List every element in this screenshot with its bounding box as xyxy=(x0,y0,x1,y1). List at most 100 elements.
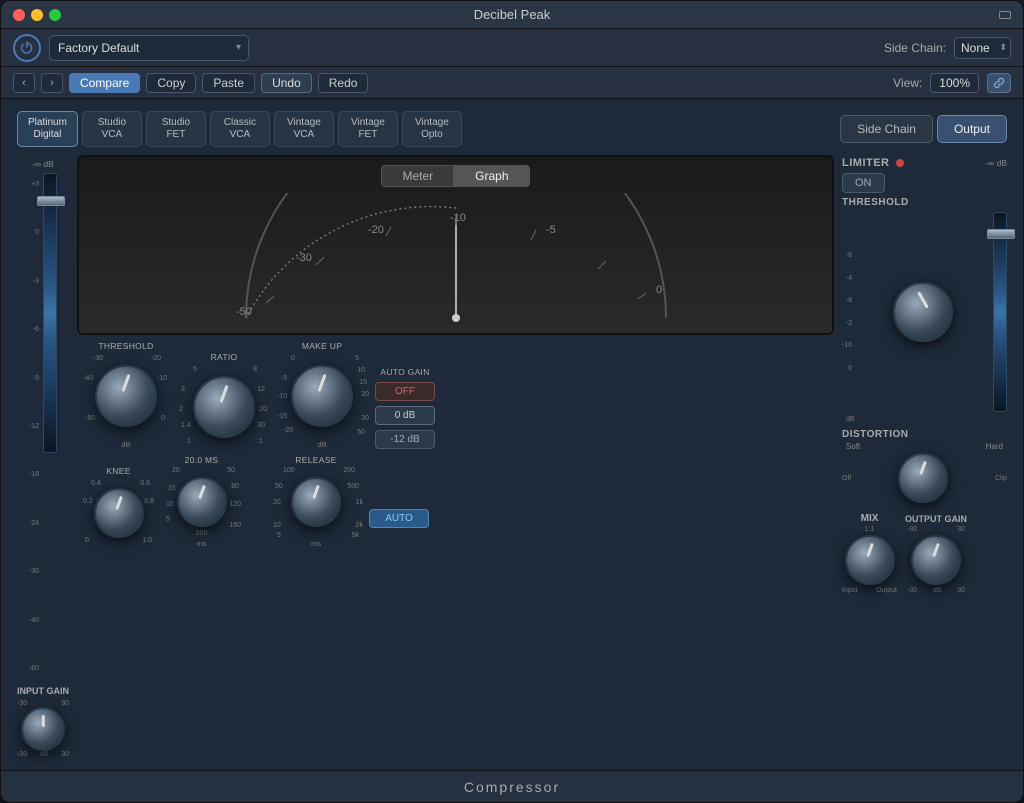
input-gain-fader[interactable] xyxy=(43,173,57,453)
output-fader-thumb[interactable] xyxy=(987,229,1015,239)
tab-vintage-fet[interactable]: Vintage FET xyxy=(338,111,398,147)
meter-tab-graph[interactable]: Graph xyxy=(454,165,529,187)
sidechain-output-buttons: Side Chain Output xyxy=(840,115,1007,143)
tab-vintage-opto[interactable]: Vintage Opto xyxy=(402,111,462,147)
attack-ctrl-label: 20.0 ms xyxy=(185,455,219,465)
release-knob-wrapper: 100 200 50 500 20 1k 10 2k 5 5k xyxy=(271,467,361,537)
output-gain-scale-top: -30 30 xyxy=(907,526,965,533)
tab-platinum-digital[interactable]: Platinum Digital xyxy=(17,111,78,147)
input-gain-trim-area: -30 30 -30dB30 xyxy=(17,700,69,758)
preset-wrapper[interactable]: Factory Default xyxy=(49,35,249,61)
mix-output-row: MIX 1:1 Input Output OUTPUT GAIN -30 30 xyxy=(842,513,1007,594)
view-label: View: xyxy=(893,76,922,90)
window-title: Decibel Peak xyxy=(474,7,551,22)
attack-control: 20.0 ms 20 50 80 15 120 10 160 5 200 xyxy=(164,455,239,548)
trim-unit-scale: -30dB30 xyxy=(17,751,69,758)
tab-studio-vca[interactable]: Studio VCA xyxy=(82,111,142,147)
view-percent[interactable]: 100% xyxy=(930,73,979,93)
plugin-window: Decibel Peak Factory Default Side Chain:… xyxy=(0,0,1024,803)
paste-button[interactable]: Paste xyxy=(202,73,255,93)
main-controls: THRESHOLD -30 -20 -40 -10 -50 0 dB xyxy=(77,341,834,449)
output-gain-knob[interactable] xyxy=(911,535,961,585)
makeup-knob[interactable] xyxy=(291,365,353,427)
attack-unit: ms xyxy=(197,539,207,548)
threshold-control: THRESHOLD -30 -20 -40 -10 -50 0 dB xyxy=(81,341,171,449)
nav-back-button[interactable]: ‹ xyxy=(13,73,35,93)
vu-meter-area: -50 -30 -20 -10 -5 0 xyxy=(79,193,832,323)
redo-button[interactable]: Redo xyxy=(318,73,369,93)
output-gain-control: OUTPUT GAIN -30 30 -30dB30 xyxy=(905,514,967,594)
svg-text:-30: -30 xyxy=(296,252,312,264)
thresh-knob-container xyxy=(860,282,985,342)
sidechain-area: Side Chain: None xyxy=(884,37,1011,59)
threshold-knob-wrapper: -30 -20 -40 -10 -50 0 xyxy=(81,353,171,438)
trim-scale: -30 30 xyxy=(17,700,69,707)
distortion-sublabels: Soft Hard xyxy=(842,442,1007,451)
sidechain-view-button[interactable]: Side Chain xyxy=(840,115,933,143)
input-gain-thumb[interactable] xyxy=(37,196,65,206)
mix-knob[interactable] xyxy=(845,535,895,585)
ratio-knob[interactable] xyxy=(193,376,255,438)
auto-gain-12db-button[interactable]: -12 dB xyxy=(375,430,435,449)
svg-text:-5: -5 xyxy=(546,224,556,236)
limiter-indicator xyxy=(896,159,904,167)
minimize-button[interactable] xyxy=(31,9,43,21)
title-bar: Decibel Peak xyxy=(1,1,1023,29)
input-gain-knob[interactable] xyxy=(21,707,65,751)
tab-classic-vca[interactable]: Classic VCA xyxy=(210,111,270,147)
input-gain-knob-wrapper xyxy=(17,707,69,751)
meter-tab-meter[interactable]: Meter xyxy=(381,165,454,187)
power-button[interactable] xyxy=(13,34,41,62)
toolbar-right: View: 100% xyxy=(893,73,1011,93)
mix-label: MIX xyxy=(861,513,879,524)
nav-forward-button[interactable]: › xyxy=(41,73,63,93)
release-knob[interactable] xyxy=(291,477,341,527)
makeup-knob-wrapper: 0 5 10 -5 15 -10 20 -15 30 -20 50 xyxy=(277,353,367,438)
input-gain-top-val: -∞ dB xyxy=(32,159,54,169)
compare-button[interactable]: Compare xyxy=(69,73,140,93)
close-button[interactable] xyxy=(13,9,25,21)
threshold-limiter-knob[interactable] xyxy=(893,282,953,342)
auto-release-area: AUTO xyxy=(369,508,429,528)
center-column: Meter Graph xyxy=(77,155,834,758)
maximize-button[interactable] xyxy=(49,9,61,21)
knee-control: KNEE 0.4 0.6 0.2 0.8 0 1.0 xyxy=(81,466,156,548)
right-panel: LIMITER -∞ dB ON THRESHOLD -6-4-8-2-100 xyxy=(842,155,1007,758)
sidechain-select[interactable]: None xyxy=(954,37,1011,59)
knee-knob[interactable] xyxy=(94,488,144,538)
copy-button[interactable]: Copy xyxy=(146,73,196,93)
ratio-ctrl-label: RATIO xyxy=(211,352,238,362)
bottom-label-bar: Compressor xyxy=(1,770,1023,802)
undo-button[interactable]: Undo xyxy=(261,73,312,93)
distortion-knob[interactable] xyxy=(898,453,948,503)
ratio-knob-wrapper: 5 8 3 12 2 20 1.4 30 1 :1 xyxy=(179,364,269,449)
limiter-label: LIMITER xyxy=(842,157,890,169)
window-resize-handle xyxy=(999,11,1011,19)
release-ctrl-label: RELEASE xyxy=(295,455,336,465)
auto-gain-off-button[interactable]: OFF xyxy=(375,382,435,401)
tab-vintage-vca[interactable]: Vintage VCA xyxy=(274,111,334,147)
output-view-button[interactable]: Output xyxy=(937,115,1007,143)
output-gain-label: OUTPUT GAIN xyxy=(905,514,967,524)
sidechain-select-wrapper[interactable]: None xyxy=(954,37,1011,59)
tab-studio-fet[interactable]: Studio FET xyxy=(146,111,206,147)
release-unit: ms xyxy=(311,539,321,548)
output-fader-track[interactable] xyxy=(993,212,1007,412)
limiter-on-button[interactable]: ON xyxy=(842,173,885,193)
distortion-knob-area xyxy=(855,453,991,503)
preset-dropdown[interactable]: Factory Default xyxy=(49,35,249,61)
bottom-controls: KNEE 0.4 0.6 0.2 0.8 0 1.0 20 xyxy=(77,455,834,548)
input-gain-label: INPUT GAIN xyxy=(17,686,69,696)
auto-release-button[interactable]: AUTO xyxy=(369,509,429,528)
attack-knob[interactable] xyxy=(177,477,227,527)
input-gain-left-marks: +30-3-6-9-12-18-24-30-40-60 xyxy=(29,173,39,680)
knob-indicator xyxy=(42,715,45,727)
threshold-knob[interactable] xyxy=(95,365,157,427)
makeup-ctrl-label: MAKE UP xyxy=(302,341,342,351)
thresh-scale-left: -6-4-8-2-100 xyxy=(842,252,852,372)
link-button[interactable] xyxy=(987,73,1011,93)
meter-display: Meter Graph xyxy=(77,155,834,335)
auto-gain-0db-button[interactable]: 0 dB xyxy=(375,406,435,425)
attack-knob-wrapper: 20 50 80 15 120 10 160 5 200 xyxy=(164,467,239,537)
sidechain-label: Side Chain: xyxy=(884,41,946,55)
